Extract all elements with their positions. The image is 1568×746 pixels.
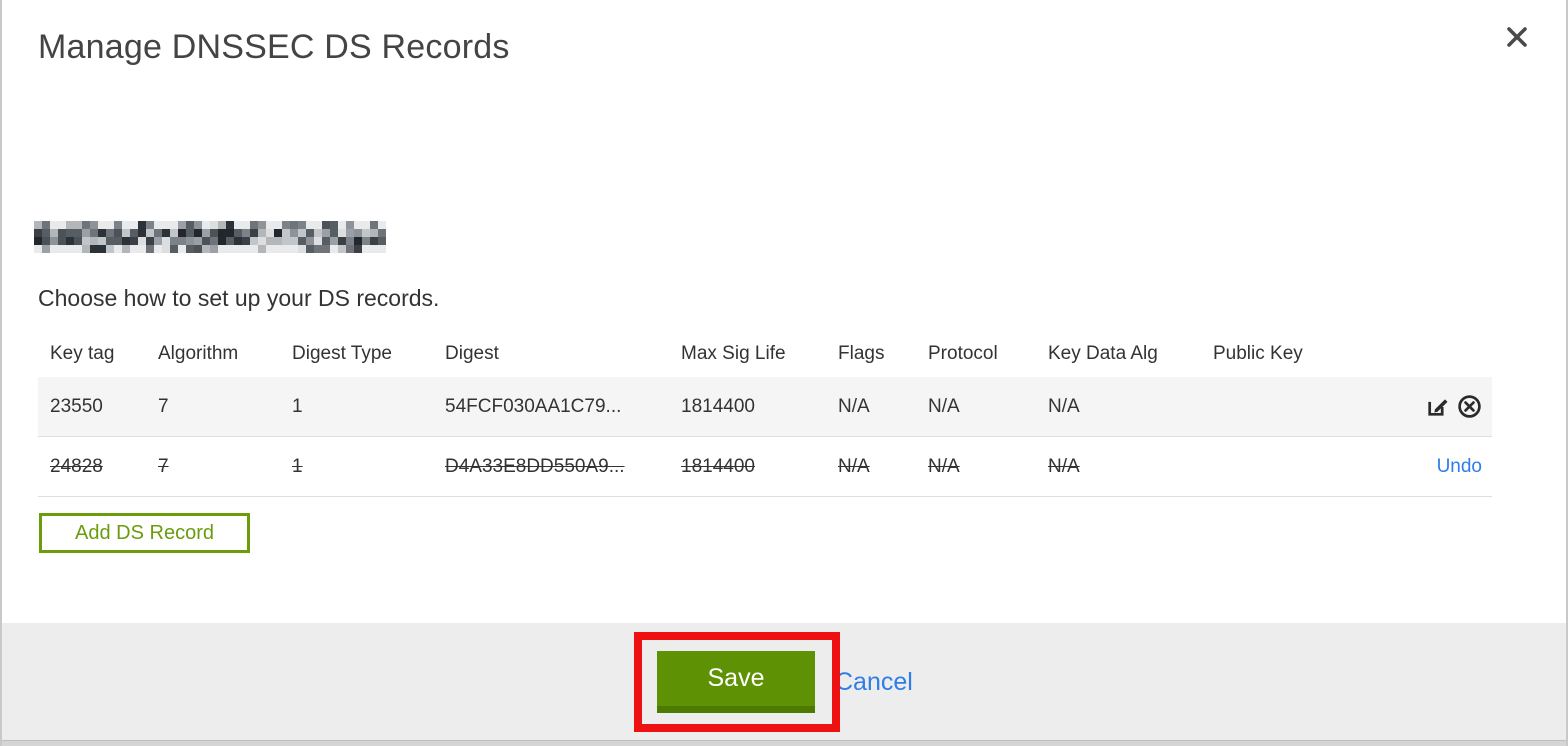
redacted-domain-name [34,221,386,253]
edit-record-icon[interactable] [1424,394,1450,420]
add-ds-record-button[interactable]: Add DS Record [39,513,250,553]
col-header-key-data-alg: Key Data Alg [1048,342,1158,364]
cell-max-sig-life: 1814400 [681,395,755,417]
col-header-protocol: Protocol [928,342,998,364]
cell-algorithm: 7 [158,455,169,477]
table-header-row: Key tag Algorithm Digest Type Digest Max… [38,330,1492,377]
undo-link[interactable]: Undo [1437,456,1482,478]
cell-flags: N/A [838,455,870,477]
col-header-digest: Digest [445,342,499,364]
delete-record-icon[interactable] [1456,394,1482,420]
table-row: 23550 7 1 54FCF030AA1C79... 1814400 N/A … [38,377,1492,437]
col-header-digest-type: Digest Type [292,342,392,364]
cell-key-data-alg: N/A [1048,395,1080,417]
close-icon[interactable] [1502,22,1532,52]
cell-digest-type: 1 [292,455,303,477]
cell-key-tag: 24828 [50,455,103,477]
cell-key-data-alg: N/A [1048,455,1080,477]
cell-protocol: N/A [928,455,960,477]
col-header-algorithm: Algorithm [158,342,239,364]
cell-digest: 54FCF030AA1C79... [445,395,622,417]
save-button[interactable]: Save [657,651,815,713]
table-row-deleted: 24828 7 1 D4A33E8DD550A9... 1814400 N/A … [38,437,1492,497]
ds-records-table: Key tag Algorithm Digest Type Digest Max… [38,330,1492,497]
dialog-title: Manage DNSSEC DS Records [38,28,510,66]
col-header-public-key: Public Key [1213,342,1303,364]
col-header-key-tag: Key tag [50,342,115,364]
cell-algorithm: 7 [158,395,169,417]
cell-protocol: N/A [928,395,960,417]
page-behind-modal-strip [2,740,1566,746]
cancel-link[interactable]: Cancel [835,668,913,697]
cell-key-tag: 23550 [50,395,103,417]
col-header-max-sig-life: Max Sig Life [681,342,786,364]
cell-digest-type: 1 [292,395,303,417]
cell-max-sig-life: 1814400 [681,455,755,477]
instruction-text: Choose how to set up your DS records. [38,285,440,311]
cell-flags: N/A [838,395,870,417]
col-header-flags: Flags [838,342,885,364]
manage-dnssec-dialog: Manage DNSSEC DS Records Choose how to s… [0,0,1568,746]
cell-digest: D4A33E8DD550A9... [445,455,625,477]
